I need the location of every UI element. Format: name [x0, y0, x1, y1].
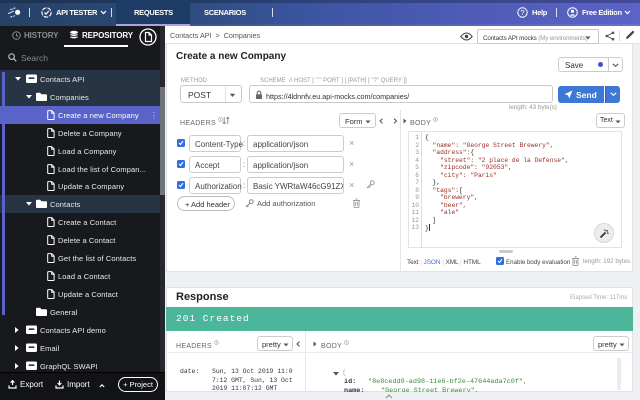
svg-text:?: ?	[520, 8, 524, 17]
